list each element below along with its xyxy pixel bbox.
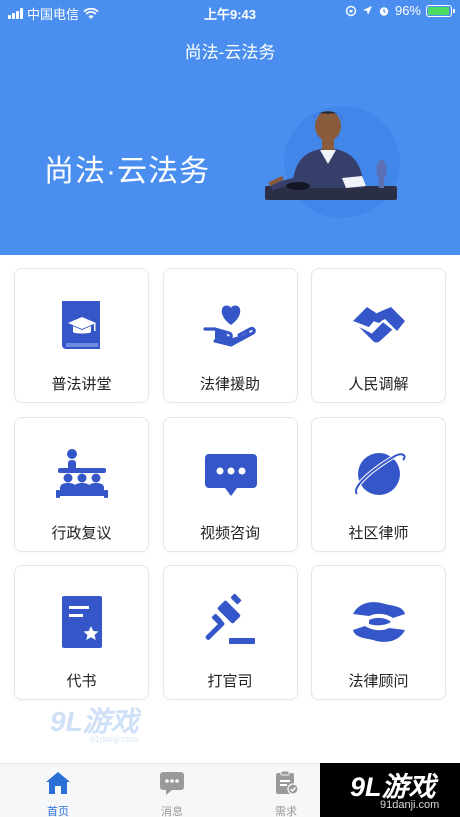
page-title: 尚法-云法务 — [184, 43, 276, 62]
corner-watermark-site: 91danji.com — [380, 799, 440, 811]
planet-icon — [353, 451, 407, 495]
service-card-video-consult[interactable]: 视频咨询 — [162, 416, 298, 552]
document-star-icon — [62, 596, 102, 648]
battery-icon — [426, 4, 455, 17]
status-right: 96% — [345, 3, 455, 18]
rotation-lock-icon — [345, 5, 357, 16]
tab-label: 首页 — [47, 806, 69, 817]
alarm-icon — [379, 6, 389, 16]
meeting-icon — [56, 448, 108, 498]
service-card-ghostwrite[interactable]: 代书 — [14, 565, 149, 700]
service-card-legal-advisor[interactable]: 法律顾问 — [311, 565, 446, 700]
service-label: 视频咨询 — [199, 524, 260, 542]
watermark-text: 9L游戏 — [50, 706, 139, 737]
service-card-mediation[interactable]: 人民调解 — [311, 268, 446, 403]
chat-bubble-icon — [204, 453, 257, 496]
service-card-admin-review[interactable]: 行政复议 — [14, 416, 149, 552]
status-bar: 中国电信 上午9:43 96% — [0, 0, 460, 24]
service-card-lawsuit[interactable]: 打官司 — [162, 565, 298, 700]
tab-label: 消息 — [161, 806, 183, 817]
banner-title: 尚法·云法务 — [44, 155, 210, 188]
service-card-pufa[interactable]: 普法讲堂 — [14, 268, 149, 403]
service-label: 打官司 — [207, 673, 253, 690]
tab-demand[interactable]: 需求 — [256, 770, 316, 817]
message-icon — [160, 772, 184, 795]
judge-illustration — [265, 106, 400, 218]
tab-home[interactable]: 首页 — [28, 770, 88, 817]
watermark-site: 91danji.com — [90, 734, 139, 744]
location-icon — [362, 6, 372, 15]
battery-percent: 96% — [394, 3, 421, 18]
handshake-icon — [353, 307, 405, 343]
service-card-community-lawyer[interactable]: 社区律师 — [311, 416, 446, 552]
service-label: 法律援助 — [199, 376, 260, 393]
corner-watermark: 9L游戏 91danji.com — [320, 763, 460, 817]
service-label: 行政复议 — [51, 524, 112, 542]
hands-care-icon — [353, 602, 405, 642]
heart-hand-icon — [202, 305, 256, 347]
header-banner: 中国电信 上午9:43 96% 尚法-云法务 尚法·云法务 — [0, 0, 460, 255]
gavel-icon — [205, 593, 255, 644]
home-icon — [46, 772, 70, 794]
tab-label: 需求 — [275, 806, 297, 817]
service-label: 代书 — [66, 673, 97, 690]
service-label: 人民调解 — [348, 376, 409, 393]
tab-messages[interactable]: 消息 — [142, 770, 202, 817]
book-graduation-icon — [62, 301, 100, 349]
clipboard-icon — [276, 770, 299, 795]
service-label: 普法讲堂 — [51, 376, 112, 393]
service-label: 法律顾问 — [348, 673, 409, 690]
watermark-logo: 9L游戏 91danji.com — [50, 700, 139, 744]
service-card-legal-aid[interactable]: 法律援助 — [162, 268, 298, 403]
service-label: 社区律师 — [348, 524, 409, 542]
